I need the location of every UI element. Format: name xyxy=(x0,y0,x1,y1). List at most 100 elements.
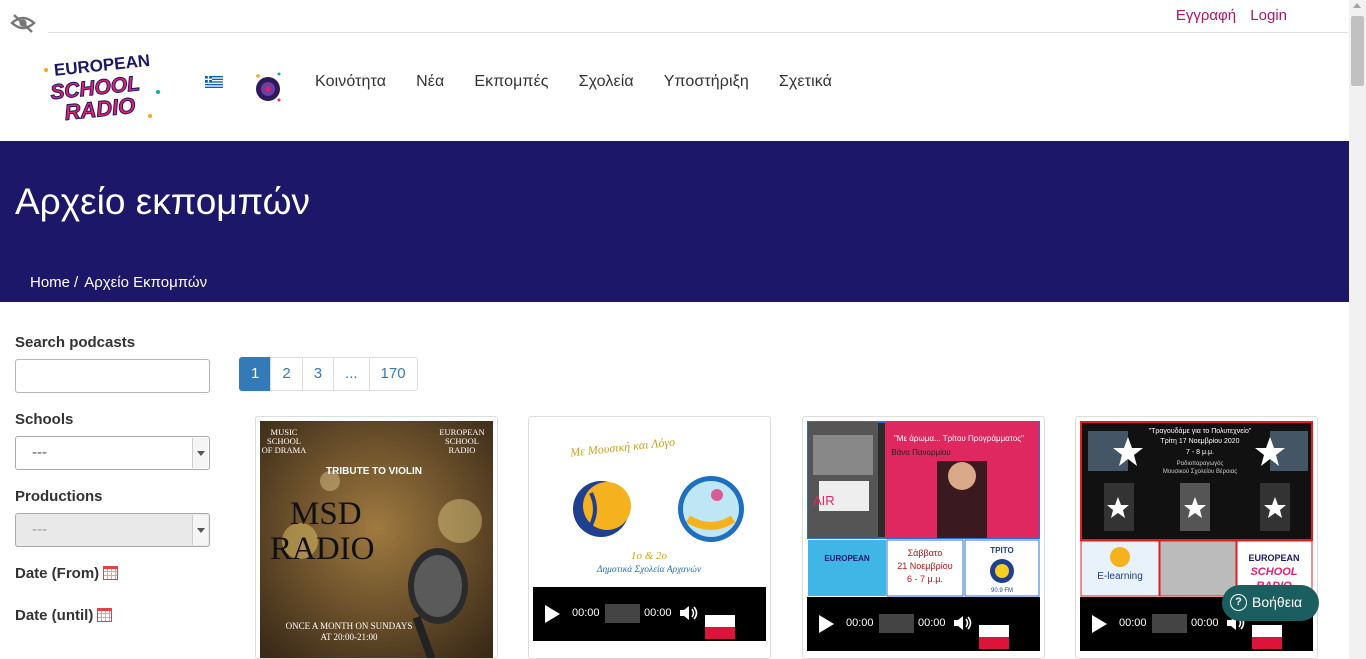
chevron-down-icon xyxy=(192,438,208,468)
nav-item-support[interactable]: Υποστήριξη xyxy=(664,73,749,91)
thumb-title-msd: MSD xyxy=(290,496,362,532)
productions-label: Productions xyxy=(15,488,103,505)
chevron-down-icon xyxy=(192,515,208,545)
calendar-icon[interactable] xyxy=(103,566,119,580)
page-title: Αρχείο εκπομπών xyxy=(15,181,311,222)
thumb-freq: 90.9 FM xyxy=(991,588,1013,594)
page-banner: Αρχείο εκπομπών Home / Αρχείο Εκπομπών xyxy=(0,141,1349,302)
date-until-field: Date (until) xyxy=(15,607,215,625)
thumb-footer-2: AT 20:00-21:00 xyxy=(320,632,378,642)
thumb-title-radio: RADIO xyxy=(270,531,375,567)
scrollbar-thumb[interactable] xyxy=(1351,16,1364,86)
page-last-button[interactable]: 170 xyxy=(368,357,418,391)
main-nav: Κοινότητα Νέα Εκπομπές Σχολεία Υποστήριξ… xyxy=(315,73,862,91)
total-time: 00:00 xyxy=(644,607,672,619)
thumb-sub1: 1ο & 2ο xyxy=(631,550,668,562)
thumb-time: 7 - 8 μ.μ. xyxy=(1186,449,1214,456)
progress-bar[interactable] xyxy=(1152,614,1187,633)
poland-flag-icon xyxy=(1252,625,1282,649)
thumb-day: Σάββατο xyxy=(908,548,943,558)
thumb-sub1: Ραδιοπαραγωγός xyxy=(1177,460,1224,467)
schools-select[interactable]: --- xyxy=(15,436,210,470)
podcast-thumbnail[interactable]: MUSIC SCHOOL OF DRAMA EUROPEAN SCHOOL RA… xyxy=(260,421,493,659)
current-time: 00:00 xyxy=(1119,617,1147,629)
thumb-sub2: Μουσικού Σχολείου Βέροιας xyxy=(1163,468,1237,475)
current-time: 00:00 xyxy=(846,617,874,629)
thumb-title: "Τραγουδάμε για το Πολυτεχνείο" xyxy=(1149,427,1252,435)
nav-item-news[interactable]: Νέα xyxy=(416,73,444,91)
radio-disc-icon[interactable] xyxy=(254,71,282,103)
page-scrollbar[interactable] xyxy=(1349,0,1366,659)
site-header: EUROPEAN SCHOOL RADIO Κοινότητα Νέα Εκπο… xyxy=(0,33,1349,141)
nav-item-community[interactable]: Κοινότητα xyxy=(315,73,386,91)
accessibility-eye-icon[interactable] xyxy=(10,12,36,34)
register-link[interactable]: Εγγραφή xyxy=(1176,7,1236,24)
schools-select-value: --- xyxy=(32,444,47,461)
productions-select-value: --- xyxy=(32,521,47,538)
audio-player: 00:00 00:00 xyxy=(807,597,1040,651)
podcast-thumbnail[interactable]: "Τραγουδάμε για το Πολυτεχνείο" Τρίτη 17… xyxy=(1080,421,1313,597)
podcast-card[interactable]: Με Μουσική και Λόγο 1ο & 2ο Δημοτικά Σχο… xyxy=(528,416,771,659)
page-1-button[interactable]: 1 xyxy=(239,357,272,391)
scroll-up-arrow-icon[interactable] xyxy=(1353,3,1361,8)
help-button-label: Βοήθεια xyxy=(1252,594,1303,610)
thumb-name: Βάνα Πανορμίου xyxy=(891,448,950,457)
login-link[interactable]: Login xyxy=(1250,7,1287,24)
help-button[interactable]: ? Βοήθεια xyxy=(1222,585,1319,621)
total-time: 00:00 xyxy=(1191,617,1219,629)
thumb-station: ΤΡΙΤΟ xyxy=(990,546,1013,555)
podcast-thumbnail[interactable]: "Με άρωμα... Τρίτου Προγράμματος" Βάνα Π… xyxy=(807,421,1040,597)
page-ellipsis: ... xyxy=(333,357,370,391)
thumb-logo-line2: SCHOOL xyxy=(1250,566,1297,578)
productions-select: --- xyxy=(15,513,210,547)
date-until-label: Date (until) xyxy=(15,607,94,624)
page-3-button[interactable]: 3 xyxy=(301,357,335,391)
european-school-radio-logo[interactable]: EUROPEAN SCHOOL RADIO xyxy=(38,50,166,122)
poland-flag-icon xyxy=(705,615,735,639)
total-time: 00:00 xyxy=(918,617,946,629)
search-podcasts-input[interactable] xyxy=(15,359,210,393)
question-icon: ? xyxy=(1230,594,1247,611)
play-icon[interactable] xyxy=(545,605,560,623)
schools-label: Schools xyxy=(15,411,74,428)
volume-icon[interactable] xyxy=(953,614,973,632)
audio-player: 00:00 00:00 xyxy=(533,587,766,641)
podcast-card[interactable]: "Τραγουδάμε για το Πολυτεχνείο" Τρίτη 17… xyxy=(1075,416,1318,659)
nav-item-about[interactable]: Σχετικά xyxy=(779,73,832,91)
play-icon[interactable] xyxy=(819,615,834,633)
greek-flag-icon[interactable] xyxy=(205,76,223,88)
thumb-top-right-3: RADIO xyxy=(449,445,476,455)
date-from-label: Date (From) xyxy=(15,565,100,582)
filter-sidebar: Search podcasts Schools --- Productions … xyxy=(15,334,215,625)
podcast-card[interactable]: MUSIC SCHOOL OF DRAMA EUROPEAN SCHOOL RA… xyxy=(255,416,498,659)
top-bar: Εγγραφή Login xyxy=(48,0,1348,33)
podcast-card[interactable]: "Με άρωμα... Τρίτου Προγράμματος" Βάνα Π… xyxy=(802,416,1045,659)
thumb-date: Τρίτη 17 Νοεμβρίου 2020 xyxy=(1160,437,1239,445)
breadcrumb-home[interactable]: Home xyxy=(30,274,70,291)
account-links: Εγγραφή Login xyxy=(1166,7,1287,24)
progress-bar[interactable] xyxy=(879,614,914,633)
date-from-field: Date (From) xyxy=(15,565,215,583)
calendar-icon[interactable] xyxy=(97,608,113,622)
thumb-date: 21 Νοεμβρίου xyxy=(897,561,953,571)
play-icon[interactable] xyxy=(1092,615,1107,633)
volume-icon[interactable] xyxy=(679,604,699,622)
thumb-footer-1: ONCE A MONTH ON SUNDAYS xyxy=(286,621,413,631)
thumb-logo-line1: EUROPEAN xyxy=(1248,553,1299,563)
current-time: 00:00 xyxy=(572,607,600,619)
thumb-air: AIR xyxy=(813,493,835,508)
page-2-button[interactable]: 2 xyxy=(270,357,303,391)
search-podcasts-label: Search podcasts xyxy=(15,334,136,351)
nav-item-shows[interactable]: Εκπομπές xyxy=(474,73,548,91)
thumb-title: "Με άρωμα... Τρίτου Προγράμματος" xyxy=(894,434,1024,443)
thumb-logo-text: EUROPEAN xyxy=(824,554,870,563)
nav-item-schools[interactable]: Σχολεία xyxy=(579,73,634,91)
progress-bar[interactable] xyxy=(605,604,640,623)
thumb-subtitle: TRIBUTE TO VIOLIN xyxy=(326,466,422,477)
breadcrumb-current: Αρχείο Εκπομπών xyxy=(84,274,208,291)
breadcrumb: Home / Αρχείο Εκπομπών xyxy=(30,274,207,291)
thumb-top-left-3: OF DRAMA xyxy=(262,445,307,455)
thumb-time: 6 - 7 μ.μ. xyxy=(907,574,943,584)
thumb-elearning: E-learning xyxy=(1097,571,1143,582)
podcast-thumbnail[interactable]: Με Μουσική και Λόγο 1ο & 2ο Δημοτικά Σχο… xyxy=(533,421,766,587)
